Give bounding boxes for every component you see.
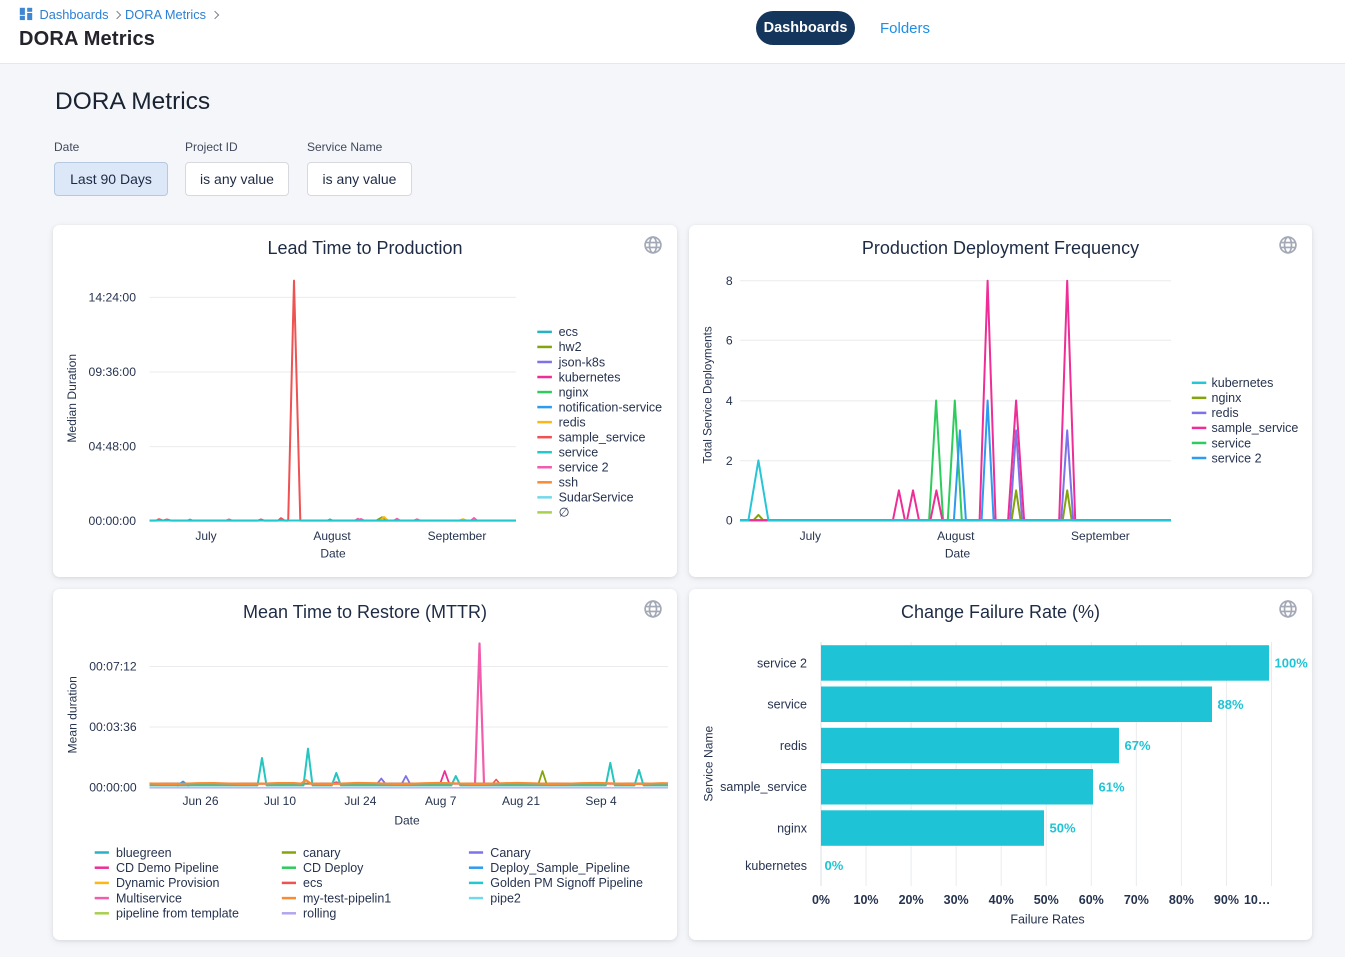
svg-text:Dynamic Provision: Dynamic Provision	[116, 876, 220, 890]
svg-text:4: 4	[726, 394, 733, 408]
svg-text:sample_service: sample_service	[559, 430, 646, 444]
svg-text:2: 2	[726, 454, 733, 468]
svg-text:kubernetes: kubernetes	[1212, 376, 1274, 390]
svg-text:0%: 0%	[812, 893, 830, 907]
svg-text:pipeline from template: pipeline from template	[116, 907, 239, 921]
svg-text:August: August	[937, 529, 975, 543]
svg-text:kubernetes: kubernetes	[559, 370, 621, 384]
svg-text:0%: 0%	[825, 858, 844, 873]
svg-text:Date: Date	[394, 813, 420, 827]
svg-text:pipe2: pipe2	[490, 891, 521, 905]
svg-text:00:00:00: 00:00:00	[89, 780, 137, 794]
svg-text:Failure Rates: Failure Rates	[1010, 913, 1084, 927]
svg-text:notification-service: notification-service	[559, 400, 663, 414]
svg-text:Mean duration: Mean duration	[66, 676, 80, 753]
svg-text:Total Service Deployments: Total Service Deployments	[702, 326, 715, 463]
svg-text:09:36:00: 09:36:00	[89, 365, 137, 379]
svg-text:Aug 21: Aug 21	[502, 794, 540, 808]
svg-text:Mean Time to Restore (MTTR): Mean Time to Restore (MTTR)	[243, 602, 487, 622]
svg-text:ssh: ssh	[559, 476, 579, 490]
svg-text:Deploy_Sample_Pipeline: Deploy_Sample_Pipeline	[490, 861, 630, 875]
svg-text:70%: 70%	[1124, 893, 1149, 907]
svg-text:Jun 26: Jun 26	[182, 794, 218, 808]
svg-text:Lead Time to Production: Lead Time to Production	[267, 238, 462, 258]
svg-text:redis: redis	[1212, 406, 1239, 420]
svg-text:30%: 30%	[944, 893, 969, 907]
svg-text:90%: 90%	[1214, 893, 1239, 907]
svg-text:Sep 4: Sep 4	[585, 794, 617, 808]
svg-text:sample_service: sample_service	[720, 780, 807, 794]
svg-text:service: service	[559, 446, 599, 460]
svg-text:61%: 61%	[1099, 779, 1125, 794]
svg-text:service 2: service 2	[559, 461, 609, 475]
svg-text:8: 8	[726, 274, 733, 288]
svg-text:nginx: nginx	[1212, 391, 1243, 405]
svg-text:CD Demo Pipeline: CD Demo Pipeline	[116, 861, 219, 875]
svg-text:hw2: hw2	[559, 340, 582, 354]
svg-text:July: July	[195, 529, 216, 543]
svg-text:50%: 50%	[1050, 821, 1076, 836]
svg-text:0: 0	[726, 513, 733, 527]
svg-text:40%: 40%	[989, 893, 1014, 907]
svg-text:service: service	[1212, 436, 1252, 450]
svg-text:67%: 67%	[1125, 738, 1151, 753]
svg-text:ecs: ecs	[303, 876, 322, 890]
svg-text:service 2: service 2	[757, 656, 807, 670]
svg-text:ecs: ecs	[559, 325, 578, 339]
svg-text:10…: 10…	[1244, 893, 1270, 907]
svg-text:50%: 50%	[1034, 893, 1059, 907]
svg-text:88%: 88%	[1218, 697, 1244, 712]
svg-text:00:00:00: 00:00:00	[89, 514, 137, 528]
svg-text:json-k8s: json-k8s	[558, 355, 606, 369]
svg-text:Production Deployment Frequenc: Production Deployment Frequency	[862, 238, 1139, 258]
svg-text:10%: 10%	[854, 893, 879, 907]
svg-text:bluegreen: bluegreen	[116, 846, 172, 860]
svg-text:80%: 80%	[1169, 893, 1194, 907]
svg-text:Multiservice: Multiservice	[116, 891, 182, 905]
svg-text:September: September	[428, 529, 487, 543]
svg-text:August: August	[313, 529, 351, 543]
svg-text:canary: canary	[303, 846, 341, 860]
svg-text:60%: 60%	[1079, 893, 1104, 907]
svg-text:my-test-pipelin1: my-test-pipelin1	[303, 891, 391, 905]
svg-text:July: July	[800, 529, 821, 543]
svg-text:Aug 7: Aug 7	[425, 794, 457, 808]
svg-text:September: September	[1071, 529, 1130, 543]
svg-text:nginx: nginx	[559, 385, 590, 399]
svg-text:00:07:12: 00:07:12	[89, 660, 137, 674]
svg-text:Change Failure Rate (%): Change Failure Rate (%)	[901, 602, 1100, 622]
svg-text:04:48:00: 04:48:00	[89, 440, 137, 454]
svg-text:6: 6	[726, 333, 733, 347]
svg-text:Date: Date	[320, 547, 346, 561]
svg-text:SudarService: SudarService	[559, 491, 634, 505]
svg-text:Median Duration: Median Duration	[65, 354, 79, 443]
svg-text:service: service	[767, 698, 807, 712]
svg-text:Service Name: Service Name	[702, 725, 716, 801]
svg-text:kubernetes: kubernetes	[745, 859, 807, 873]
svg-text:Jul 24: Jul 24	[344, 794, 376, 808]
svg-text:CD Deploy: CD Deploy	[303, 861, 364, 875]
svg-text:Date: Date	[945, 547, 971, 561]
svg-text:rolling: rolling	[303, 907, 336, 921]
svg-text:100%: 100%	[1275, 656, 1309, 671]
svg-text:Golden PM Signoff Pipeline: Golden PM Signoff Pipeline	[490, 876, 643, 890]
svg-text:Jul 10: Jul 10	[264, 794, 296, 808]
svg-text:redis: redis	[559, 415, 586, 429]
svg-text:nginx: nginx	[777, 821, 808, 835]
svg-text:00:03:36: 00:03:36	[89, 720, 137, 734]
svg-text:14:24:00: 14:24:00	[89, 291, 137, 305]
svg-text:service 2: service 2	[1212, 451, 1262, 465]
svg-text:sample_service: sample_service	[1212, 421, 1299, 435]
svg-text:∅: ∅	[559, 506, 570, 520]
svg-text:Canary: Canary	[490, 846, 531, 860]
svg-text:20%: 20%	[899, 893, 924, 907]
svg-text:redis: redis	[780, 739, 807, 753]
